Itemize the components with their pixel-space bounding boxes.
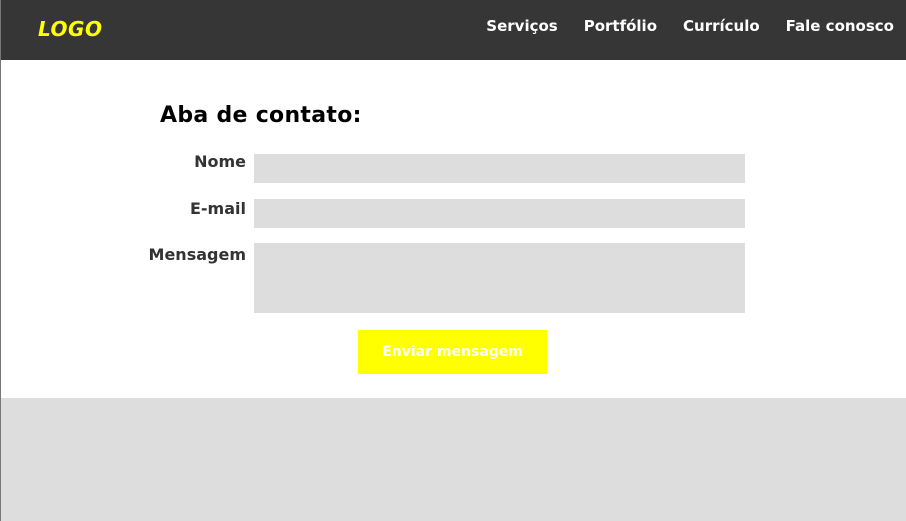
contact-form-title: Aba de contato:: [160, 103, 362, 128]
main-nav: Serviços Portfólio Currículo Fale conosc…: [486, 17, 894, 35]
name-input[interactable]: [254, 154, 745, 183]
email-input[interactable]: [254, 199, 745, 228]
nav-item-portfolio[interactable]: Portfólio: [584, 17, 657, 35]
logo[interactable]: LOGO: [38, 17, 102, 41]
contact-section: Aba de contato: Nome E-mail Mensagem Env…: [0, 60, 906, 398]
send-message-button[interactable]: Enviar mensagem: [358, 330, 547, 374]
nav-item-fale-conosco[interactable]: Fale conosco: [786, 17, 894, 35]
message-textarea[interactable]: [254, 243, 745, 313]
header-bar: LOGO Serviços Portfólio Currículo Fale c…: [0, 0, 906, 60]
message-label: Mensagem: [148, 245, 246, 264]
name-label: Nome: [194, 152, 246, 171]
email-label: E-mail: [189, 199, 246, 218]
nav-item-curriculo[interactable]: Currículo: [683, 17, 760, 35]
nav-item-servicos[interactable]: Serviços: [486, 17, 557, 35]
footer: [0, 398, 906, 521]
